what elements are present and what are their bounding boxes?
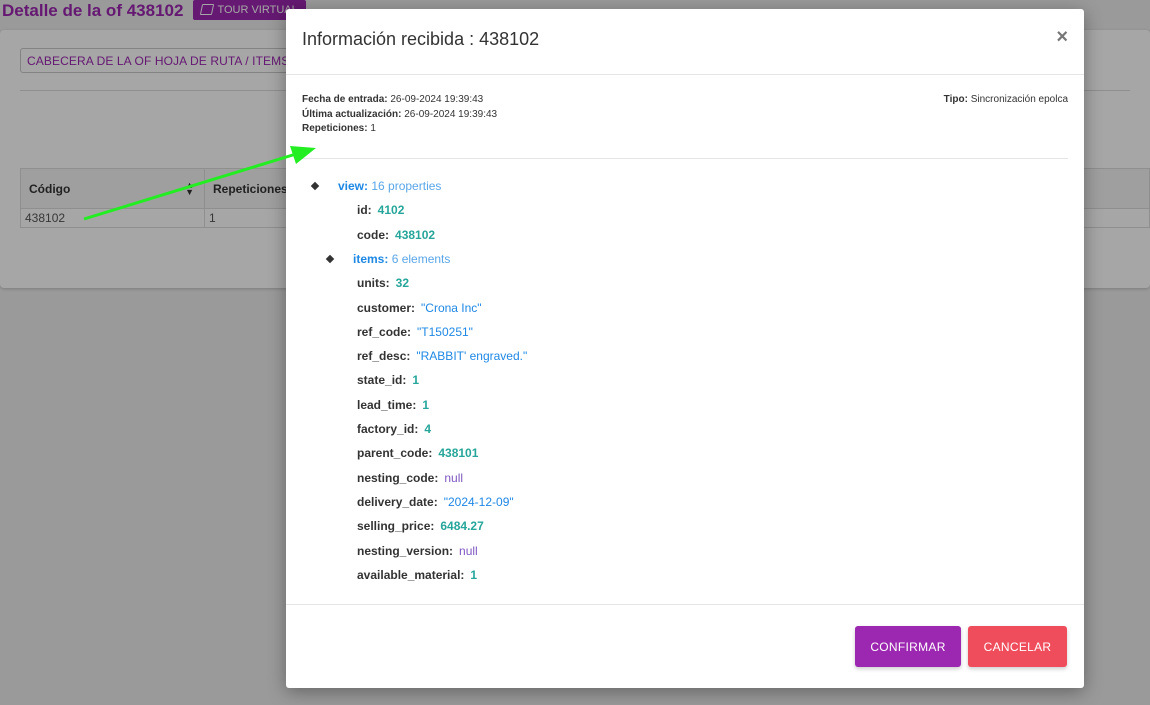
tree-node-ref-desc: ref_desc: "RABBIT' engraved." <box>357 349 528 363</box>
tree-node-code: code: 438102 <box>357 228 436 242</box>
tree-node-ref-code: ref_code: "T150251" <box>357 325 473 339</box>
tree-node-nesting-code: nesting_code: null <box>357 471 464 485</box>
json-tree: view: 16 properties id: 4102 code: 438102 … <box>286 9 1084 609</box>
tree-node-id: id: 4102 <box>357 203 405 217</box>
received-info-modal: Información recibida : 438102 × Fecha de… <box>286 9 1084 688</box>
collapse-diamond-icon[interactable] <box>325 254 335 264</box>
tree-node-customer: customer: "Crona Inc" <box>357 301 482 315</box>
tree-node-state-id: state_id: 1 <box>357 373 420 387</box>
tree-node-selling-price: selling_price: 6484.27 <box>357 519 484 533</box>
tree-node-factory-id: factory_id: 4 <box>357 422 432 436</box>
tree-node-view[interactable]: view: 16 properties <box>338 178 441 194</box>
tree-node-units: units: 32 <box>357 276 410 290</box>
collapse-diamond-icon[interactable] <box>310 181 320 191</box>
tree-node-items[interactable]: items: 6 elements <box>353 251 450 267</box>
cancel-button[interactable]: CANCELAR <box>968 626 1067 667</box>
tree-node-lead-time: lead_time: 1 <box>357 398 430 412</box>
tree-node-delivery-date: delivery_date: "2024-12-09" <box>357 495 514 509</box>
confirm-button[interactable]: CONFIRMAR <box>855 626 961 667</box>
tree-node-nesting-version: nesting_version: null <box>357 544 478 558</box>
modal-footer: CONFIRMAR CANCELAR <box>286 604 1084 688</box>
tree-node-parent-code: parent_code: 438101 <box>357 446 479 460</box>
tree-node-available-material: available_material: 1 <box>357 568 478 582</box>
